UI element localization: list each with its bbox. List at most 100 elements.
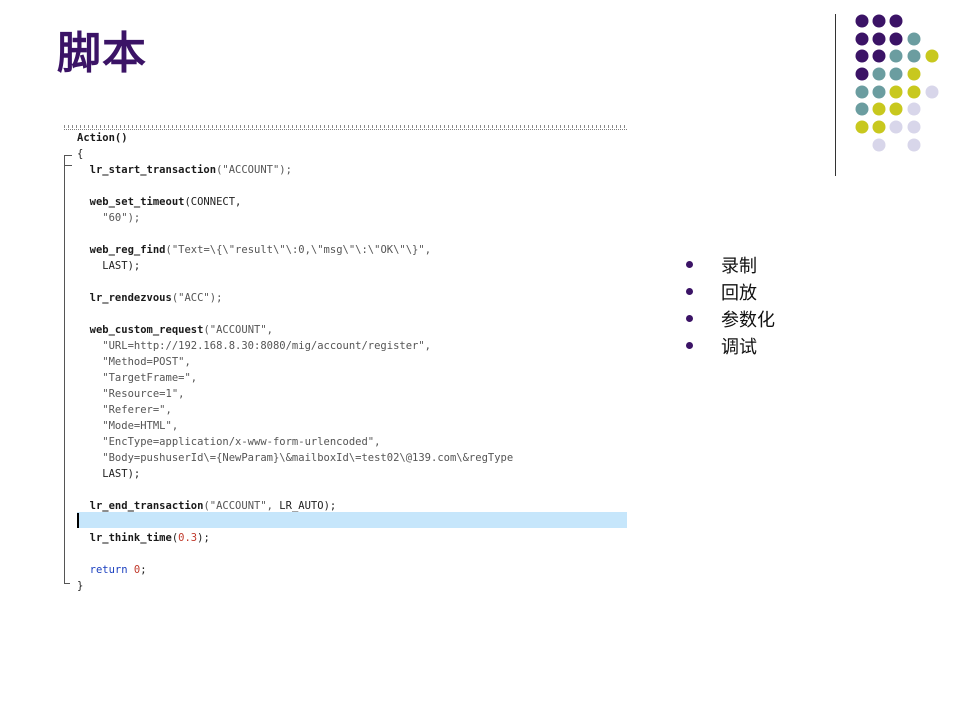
decorative-dot <box>907 67 921 81</box>
code-line: LAST); <box>77 258 513 274</box>
code-line: } <box>77 578 513 594</box>
code-token: LAST); <box>77 260 141 272</box>
code-token: } <box>77 580 84 592</box>
code-line: { <box>77 146 513 162</box>
code-line: lr_end_transaction("ACCOUNT", LR_AUTO); <box>77 498 513 514</box>
code-token: "Resource=1", <box>77 388 185 400</box>
bullet-text: 录制 <box>721 255 757 277</box>
code-line: "TargetFrame=", <box>77 370 513 386</box>
code-token: ("ACCOUNT"); <box>216 164 292 176</box>
decorative-dot <box>855 120 869 134</box>
decorative-dot <box>907 49 921 63</box>
fold-marker-icon <box>64 155 72 166</box>
decorative-dot <box>907 85 921 99</box>
code-line: "EncType=application/x-www-form-urlencod… <box>77 434 513 450</box>
bullet-text: 调试 <box>721 336 757 358</box>
bullet-text: 回放 <box>721 282 757 304</box>
bullet-dot-icon <box>686 342 693 349</box>
code-line: return 0; <box>77 562 513 578</box>
code-token: lr_end_transaction <box>77 500 204 512</box>
code-token: ("ACC"); <box>171 292 223 304</box>
code-token: "Mode=HTML", <box>77 420 179 432</box>
code-token: ); <box>323 500 337 512</box>
decorative-dot <box>889 102 903 116</box>
decorative-dot <box>872 138 886 152</box>
bullet-dot-icon <box>686 261 693 268</box>
code-gutter <box>64 129 74 598</box>
code-line: "60"); <box>77 210 513 226</box>
fold-line <box>64 165 65 583</box>
code-line: "Resource=1", <box>77 386 513 402</box>
decorative-dot <box>855 67 869 81</box>
decorative-dot <box>889 32 903 46</box>
decorative-dot <box>855 49 869 63</box>
decorative-dot <box>872 32 886 46</box>
bullet-dot-icon <box>686 288 693 295</box>
code-line: "Referer=", <box>77 402 513 418</box>
decorative-dot <box>872 14 886 28</box>
code-line: web_custom_request("ACCOUNT", <box>77 322 513 338</box>
decorative-dot <box>872 49 886 63</box>
code-line: web_reg_find("Text=\{\"result\"\:0,\"msg… <box>77 242 513 258</box>
decorative-dot <box>872 67 886 81</box>
code-token: "Body=pushuserId\={NewParam}\&mailboxId\… <box>77 452 514 464</box>
decorative-divider <box>835 14 836 176</box>
decorative-dot <box>855 14 869 28</box>
code-token: LAST); <box>77 468 141 480</box>
decorative-dot <box>889 85 903 99</box>
code-line: "Body=pushuserId\={NewParam}\&mailboxId\… <box>77 450 513 466</box>
bullet-item: 录制 <box>686 251 775 278</box>
code-token: ; <box>140 564 147 576</box>
bullet-item: 回放 <box>686 278 775 305</box>
code-line: lr_rendezvous("ACC"); <box>77 290 513 306</box>
code-token: "URL=http://192.168.8.30:8080/mig/accoun… <box>77 340 432 352</box>
code-token: web_custom_request <box>77 324 204 336</box>
bullet-item: 调试 <box>686 332 775 359</box>
decorative-dot <box>889 14 903 28</box>
code-line: web_set_timeout(CONNECT, <box>77 194 513 210</box>
decorative-dot <box>925 49 939 63</box>
decorative-dot <box>907 102 921 116</box>
bullet-dot-icon <box>686 315 693 322</box>
code-token: { <box>77 148 84 160</box>
code-token: "60"); <box>77 212 141 224</box>
code-token: "TargetFrame=", <box>77 372 198 384</box>
bullet-text: 参数化 <box>721 309 775 331</box>
code-line: Action() <box>77 130 513 146</box>
code-token: LR_AUTO <box>279 500 324 512</box>
code-token: ); <box>197 532 210 544</box>
code-token: Action() <box>77 132 128 144</box>
decorative-dot <box>872 102 886 116</box>
decorative-dot <box>889 120 903 134</box>
fold-end <box>64 583 70 584</box>
code-ruler <box>64 122 627 130</box>
code-line: LAST); <box>77 466 513 482</box>
code-lines: Action(){ lr_start_transaction("ACCOUNT"… <box>77 130 513 594</box>
code-line: lr_think_time(0.3); <box>77 530 513 546</box>
code-token: ("ACCOUNT", <box>203 324 273 336</box>
code-line: lr_start_transaction("ACCOUNT"); <box>77 162 513 178</box>
bullet-list: 录制 回放 参数化 调试 <box>686 251 775 359</box>
decorative-dot <box>855 102 869 116</box>
code-line: "Method=POST", <box>77 354 513 370</box>
decorative-dot <box>907 120 921 134</box>
code-token: ("Text=\{\"result\"\:0,\"msg\"\:\"OK\"\}… <box>165 244 432 256</box>
code-token: lr_think_time <box>77 532 172 544</box>
code-token: web_reg_find <box>77 244 166 256</box>
decorative-dot <box>907 138 921 152</box>
bullet-item: 参数化 <box>686 305 775 332</box>
code-token: lr_start_transaction <box>77 164 217 176</box>
code-token: 0.3 <box>178 532 198 544</box>
code-line: "URL=http://192.168.8.30:8080/mig/accoun… <box>77 338 513 354</box>
code-token: lr_rendezvous <box>77 292 172 304</box>
code-token: web_set_timeout <box>77 196 185 208</box>
decorative-dot <box>872 120 886 134</box>
code-token: (CONNECT, <box>184 196 242 208</box>
